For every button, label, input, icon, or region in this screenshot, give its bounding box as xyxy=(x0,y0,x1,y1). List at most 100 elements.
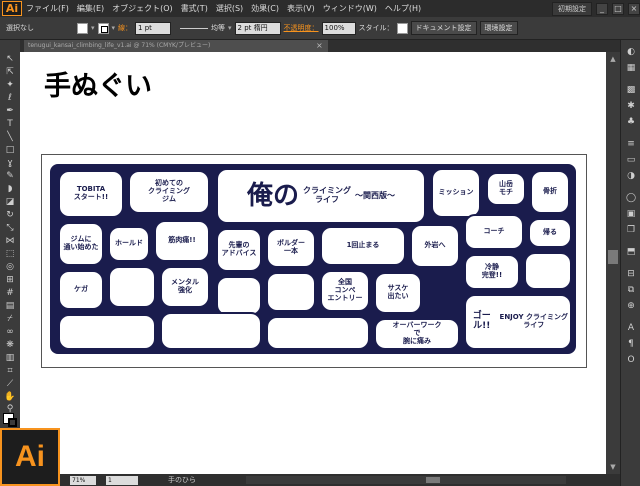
preferences-button[interactable]: 環境設定 xyxy=(479,21,518,35)
minimize-button[interactable]: _ xyxy=(596,2,608,15)
horizontal-scroll-thumb[interactable] xyxy=(426,477,440,483)
style-swatch[interactable] xyxy=(396,22,408,34)
swatches-panel-icon[interactable]: ▩ xyxy=(625,84,637,96)
menu-select[interactable]: 選択(S) xyxy=(212,3,247,14)
perspective-grid-tool-icon[interactable]: ⊞ xyxy=(3,275,17,285)
artboard-number-field[interactable]: 1 xyxy=(106,475,138,485)
brush-field[interactable]: 2 pt 楕円 xyxy=(234,21,281,35)
free-transform-tool-icon[interactable]: ⬚ xyxy=(3,249,17,259)
stroke-indicator[interactable] xyxy=(8,418,17,427)
zoom-field[interactable]: 71% xyxy=(70,475,96,485)
vertical-scroll-thumb[interactable] xyxy=(608,250,618,264)
scroll-up-icon[interactable]: ▲ xyxy=(608,54,618,64)
paintbrush-tool-icon[interactable]: ɣ xyxy=(3,158,17,168)
pathfinder-panel-icon[interactable]: ⧉ xyxy=(625,284,637,296)
workspace-switcher[interactable]: 初期設定 xyxy=(552,1,592,16)
enjoy-text: ENJOY クライミング ライフ xyxy=(499,313,568,329)
graphic-styles-panel-icon[interactable]: ▣ xyxy=(625,208,637,220)
type-tool-icon[interactable]: T xyxy=(3,119,17,129)
stroke-label[interactable]: 線： xyxy=(118,23,132,33)
menu-file[interactable]: ファイル(F) xyxy=(22,3,73,14)
align-panel-icon[interactable]: ⊟ xyxy=(625,268,637,280)
rectangle-tool-icon[interactable]: □ xyxy=(3,145,17,155)
appearance-panel-icon[interactable]: ◯ xyxy=(625,192,637,204)
first-gym-bubble: 初めての クライミング ジム xyxy=(128,170,210,214)
character-panel-icon[interactable]: A xyxy=(625,322,637,334)
horizontal-scrollbar[interactable] xyxy=(246,476,566,484)
lasso-tool-icon[interactable]: ℓ xyxy=(3,93,17,103)
width-tool-icon[interactable]: ⋈ xyxy=(3,236,17,246)
artboards-panel-icon[interactable]: ⬒ xyxy=(625,246,637,258)
slice-tool-icon[interactable]: ⟋ xyxy=(3,379,17,389)
hero-subtitle: クライミング ライフ xyxy=(303,186,351,204)
stroke-panel-icon[interactable]: ≡ xyxy=(625,138,637,150)
stroke-profile-preview[interactable] xyxy=(180,27,209,29)
hand-tool-icon[interactable]: ✋ xyxy=(3,392,17,402)
line-tool-icon[interactable]: ╲ xyxy=(3,132,17,142)
document-settings-button[interactable]: ドキュメント設定 xyxy=(410,21,477,35)
eyedropper-tool-icon[interactable]: ⌿ xyxy=(3,314,17,324)
pen-tool-icon[interactable]: ✒ xyxy=(3,106,17,116)
panel-dock: ◐ ▦ ▩ ✱ ♣ ≡ ▭ ◑ ◯ ▣ ❐ ⬒ ⊟ ⧉ ⊕ A ¶ O xyxy=(620,40,640,486)
direct-selection-tool-icon[interactable]: ⇱ xyxy=(3,67,17,77)
menu-window[interactable]: ウィンドウ(W) xyxy=(319,3,381,14)
shape-builder-tool-icon[interactable]: ◎ xyxy=(3,262,17,272)
scale-tool-icon[interactable]: ⤡ xyxy=(3,223,17,233)
opacity-label[interactable]: 不透明度： xyxy=(284,23,319,33)
symbol-sprayer-tool-icon[interactable]: ❋ xyxy=(3,340,17,350)
mesh-tool-icon[interactable]: # xyxy=(3,288,17,298)
opentype-panel-icon[interactable]: O xyxy=(625,354,637,366)
calm-send-bubble: 冷静 完登!! xyxy=(464,254,520,290)
rotate-tool-icon[interactable]: ↻ xyxy=(3,210,17,220)
bottom-center-bubble xyxy=(266,316,370,350)
opacity-field[interactable]: 100% xyxy=(321,21,356,35)
color-guide-panel-icon[interactable]: ▦ xyxy=(625,62,637,74)
canvas[interactable]: 手ぬぐい TOBITA スタート!! 初めての クライミング ジム 俺の クライ… xyxy=(20,52,606,474)
transform-panel-icon[interactable]: ⊕ xyxy=(625,300,637,312)
gradient-panel-icon[interactable]: ▭ xyxy=(625,154,637,166)
tobita-start-bubble: TOBITA スタート!! xyxy=(58,170,124,218)
chevron-down-icon[interactable]: ▾ xyxy=(112,24,116,32)
stroke-profile-label[interactable]: 均等 xyxy=(211,23,225,33)
motivation-bubble: 山岳 モチ xyxy=(486,172,526,206)
symbols-panel-icon[interactable]: ♣ xyxy=(625,116,637,128)
transparency-panel-icon[interactable]: ◑ xyxy=(625,170,637,182)
close-button[interactable]: × xyxy=(628,2,640,15)
artboard-title-text[interactable]: 手ぬぐい xyxy=(44,64,152,103)
menu-object[interactable]: オブジェクト(O) xyxy=(108,3,177,14)
selection-status: 選択なし xyxy=(6,24,34,32)
brushes-panel-icon[interactable]: ✱ xyxy=(625,100,637,112)
scroll-down-icon[interactable]: ▼ xyxy=(608,462,618,472)
pencil-tool-icon[interactable]: ✎ xyxy=(3,171,17,181)
paragraph-panel-icon[interactable]: ¶ xyxy=(625,338,637,350)
chevron-down-icon[interactable]: ▾ xyxy=(91,24,95,32)
vertical-scrollbar[interactable]: ▲ ▼ xyxy=(606,52,620,474)
go-home-bubble: 帰る xyxy=(528,218,572,248)
selection-tool-icon[interactable]: ↖ xyxy=(3,54,17,64)
fill-swatch[interactable] xyxy=(77,22,88,34)
column-graph-tool-icon[interactable]: ▥ xyxy=(3,353,17,363)
artboard[interactable]: TOBITA スタート!! 初めての クライミング ジム 俺の クライミング ラ… xyxy=(41,154,587,368)
menu-view[interactable]: 表示(V) xyxy=(283,3,319,14)
chevron-down-icon[interactable]: ▾ xyxy=(228,24,232,32)
climber-doodle-bubble xyxy=(266,272,316,312)
artboard-tool-icon[interactable]: ⌗ xyxy=(3,366,17,376)
blob-brush-tool-icon[interactable]: ◗ xyxy=(3,184,17,194)
menu-type[interactable]: 書式(T) xyxy=(177,3,212,14)
tenugui-illustration[interactable]: TOBITA スタート!! 初めての クライミング ジム 俺の クライミング ラ… xyxy=(50,164,576,354)
document-tab[interactable]: tenugui_kansai_climbing_life_v1.ai @ 71%… xyxy=(24,40,328,52)
menu-help[interactable]: ヘルプ(H) xyxy=(381,3,425,14)
hero-title: 俺の xyxy=(246,180,299,211)
color-panel-icon[interactable]: ◐ xyxy=(625,46,637,58)
gradient-tool-icon[interactable]: ▤ xyxy=(3,301,17,311)
close-tab-icon[interactable]: × xyxy=(316,40,325,52)
menu-effect[interactable]: 効果(C) xyxy=(247,3,283,14)
layers-panel-icon[interactable]: ❐ xyxy=(625,224,637,236)
blend-tool-icon[interactable]: ∞ xyxy=(3,327,17,337)
stroke-swatch[interactable] xyxy=(97,22,109,34)
eraser-tool-icon[interactable]: ◪ xyxy=(3,197,17,207)
maximize-button[interactable]: □ xyxy=(612,2,624,15)
stroke-weight-field[interactable]: 1 pt xyxy=(135,21,172,35)
menu-edit[interactable]: 編集(E) xyxy=(73,3,108,14)
magic-wand-tool-icon[interactable]: ✦ xyxy=(3,80,17,90)
